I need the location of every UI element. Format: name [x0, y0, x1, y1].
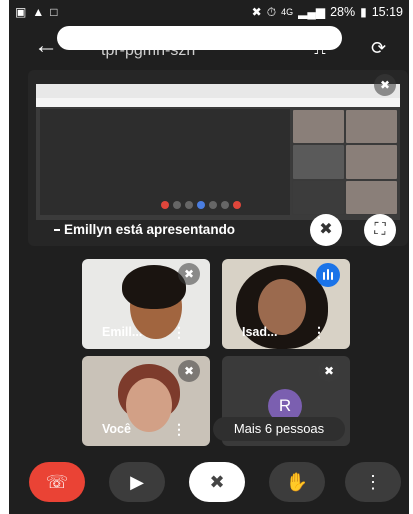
hand-icon: ✋ [285, 472, 309, 492]
message-icon: □ [50, 5, 58, 19]
switch-camera-icon[interactable]: ⟳ [371, 38, 386, 59]
participant-tile-isad[interactable]: Isad... ⋮ [222, 259, 350, 349]
shared-browser-chrome [36, 84, 400, 98]
mic-off-icon: ✖ [318, 360, 340, 382]
shared-slide-area [40, 109, 290, 215]
image-notification-icon: ▣ [15, 5, 27, 19]
more-people-badge[interactable]: Mais 6 pessoas [213, 417, 345, 441]
meeting-top-bar: ← tpr-pgmn-szn ⍾ ⟳ [9, 26, 409, 68]
video-camera-icon: ▶ [130, 472, 144, 492]
end-call-button[interactable]: ☏ [29, 462, 85, 502]
participant-tile-emillyn[interactable]: ✖ Emill... ⋮ [82, 259, 210, 349]
warning-icon: ▲ [32, 5, 45, 19]
presentation-stage[interactable]: ✖ Emillyn está apresentando ✖ ⛶ [28, 70, 408, 246]
participant-name: Emill... [102, 325, 143, 339]
participant-name: Você [102, 422, 131, 436]
more-options-icon[interactable]: ⋮ [172, 421, 186, 438]
mute-icon: ✖ [251, 5, 262, 19]
participant-face [126, 378, 172, 432]
mic-off-icon: ✖ [209, 472, 225, 492]
end-call-icon: ☏ [45, 472, 69, 492]
participant-tile-self[interactable]: ✖ Você ⋮ [82, 356, 210, 446]
alarm-icon: ⏱ [266, 5, 277, 19]
participant-name: Isad... [242, 325, 278, 339]
mic-toggle-button[interactable]: ✖ [189, 462, 245, 502]
battery-icon: ▮ [360, 5, 367, 19]
stage-mic-off-icon: ✖ [374, 74, 396, 96]
mic-off-icon: ✖ [178, 263, 200, 285]
status-bar: ▣ ▲ □ ✖ ⏱ 4G ▂▄▆ 28% ▮ 15:19 [9, 0, 409, 26]
pin-off-button[interactable]: ✖ [310, 214, 342, 246]
more-vert-icon: ⋮ [364, 472, 382, 492]
shared-participant-grid [292, 109, 398, 215]
shared-browser-tabbar [36, 98, 400, 107]
shared-meeting-controls [161, 201, 241, 209]
more-options-icon[interactable]: ⋮ [172, 324, 186, 341]
audio-output-icon[interactable]: ⍾ [314, 38, 326, 59]
clock: 15:19 [371, 5, 403, 19]
more-options-icon[interactable]: ⋮ [312, 324, 326, 341]
signal-icon: ▂▄▆ [298, 5, 326, 19]
fullscreen-button[interactable]: ⛶ [364, 214, 396, 246]
more-options-button[interactable]: ⋮ [345, 462, 401, 502]
presenting-label: Emillyn está apresentando [53, 222, 236, 237]
speaking-indicator-icon [316, 263, 340, 287]
mic-off-icon: ✖ [178, 360, 200, 382]
call-controls: ☏ ▶ ✖ ✋ ⋮ [9, 458, 409, 508]
meet-app-screen: ▣ ▲ □ ✖ ⏱ 4G ▂▄▆ 28% ▮ 15:19 ← tpr-pgmn-… [9, 0, 409, 514]
raise-hand-button[interactable]: ✋ [269, 462, 325, 502]
meeting-code-overlay [57, 26, 342, 50]
network-type: 4G [281, 7, 294, 17]
back-arrow-icon[interactable]: ← [34, 34, 58, 58]
camera-toggle-button[interactable]: ▶ [109, 462, 165, 502]
participant-hair [122, 265, 186, 309]
shared-screen [36, 84, 400, 220]
battery-level: 28% [330, 5, 356, 19]
